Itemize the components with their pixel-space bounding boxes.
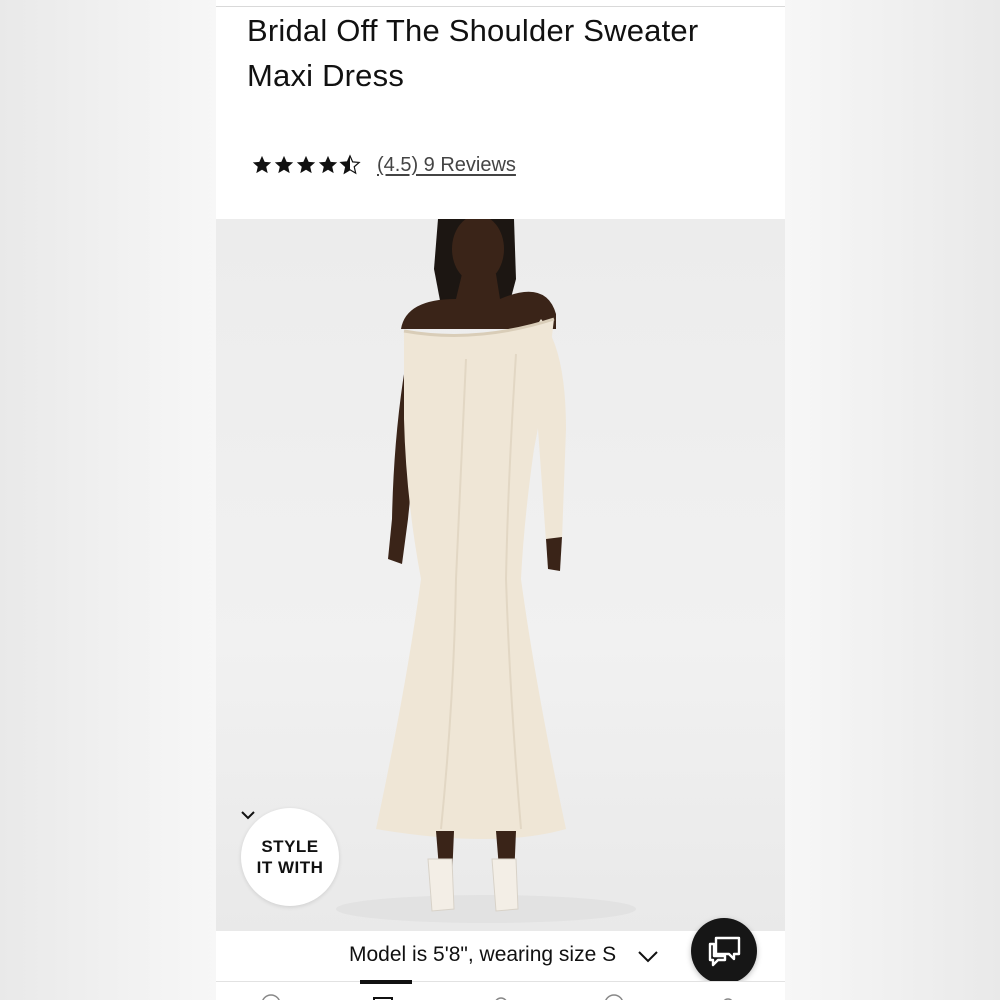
chat-button[interactable] — [691, 918, 757, 984]
nav-active-indicator — [360, 980, 412, 984]
home-icon[interactable] — [256, 990, 286, 1000]
right-backdrop — [785, 0, 1000, 1000]
chat-bubble-icon — [708, 936, 741, 967]
product-title: Bridal Off The Shoulder Sweater Maxi Dre… — [247, 13, 699, 93]
star-full-icon — [274, 155, 294, 174]
shop-icon[interactable] — [368, 990, 398, 1000]
left-backdrop — [0, 0, 216, 1000]
account-icon[interactable] — [713, 990, 743, 1000]
top-divider — [216, 6, 785, 7]
star-full-icon — [252, 155, 272, 174]
star-full-icon — [296, 155, 316, 174]
reviews-link[interactable]: (4.5) 9 Reviews — [377, 154, 516, 177]
style-it-with-button[interactable]: STYLE IT WITH — [241, 808, 339, 906]
chevron-down-icon — [241, 811, 255, 820]
model-info-text[interactable]: Model is 5'8", wearing size S — [349, 943, 616, 967]
bottom-navigation — [216, 980, 785, 1000]
style-it-with-label-line1: STYLE — [261, 837, 319, 856]
product-image[interactable]: STYLE IT WITH — [216, 219, 785, 931]
star-full-icon — [318, 155, 338, 174]
style-it-with-label-line2: IT WITH — [256, 858, 324, 877]
star-rating — [251, 154, 361, 176]
search-icon[interactable] — [486, 990, 516, 1000]
product-page: Bridal Off The Shoulder Sweater Maxi Dre… — [216, 0, 785, 1000]
rating-row: (4.5) 9 Reviews — [251, 150, 516, 180]
chevron-down-icon[interactable] — [637, 949, 659, 963]
wishlist-icon[interactable] — [599, 990, 629, 1000]
star-half-icon — [339, 154, 361, 175]
